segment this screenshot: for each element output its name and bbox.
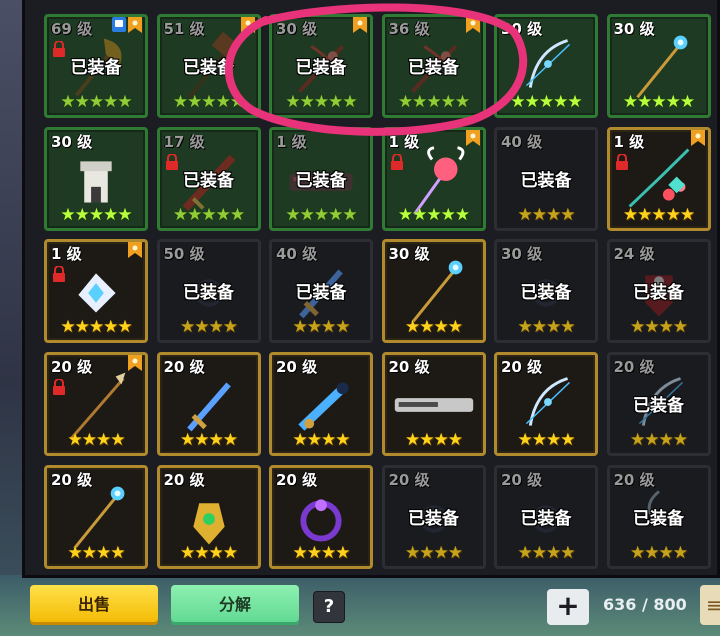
capacity-used: 636 (603, 595, 637, 614)
star-rating: ★★★★★ (285, 92, 357, 112)
equipped-label: 已装备 (633, 396, 684, 417)
star-rating: ★★★★ (630, 317, 688, 338)
weapon-slot[interactable]: 69 级已装备 ★★★★★ (44, 14, 148, 118)
star-rating: ★★★★ (292, 430, 351, 451)
weapon-slot[interactable]: 20 级已装备 ★★★★ (494, 464, 598, 569)
equipped-label: 已装备 (520, 508, 572, 529)
lock-icon (615, 153, 629, 170)
equipped-label: 已装备 (633, 283, 684, 304)
bookmark-ribbon-icon (240, 17, 255, 33)
star-rating: ★★★★ (180, 317, 238, 338)
help-button[interactable]: ? (313, 591, 345, 623)
star-rating: ★★★★ (517, 430, 576, 451)
sell-button[interactable]: 出售 (30, 585, 158, 625)
bookmark-ribbon-icon (465, 17, 480, 33)
star-rating: ★★★★ (517, 204, 576, 225)
weapon-slot[interactable]: 1 级 ★★★★★ (381, 126, 486, 231)
star-rating: ★★★★ (67, 430, 126, 451)
weapon-slot[interactable]: 30 级已装备 ★★★★ (494, 239, 598, 344)
weapon-slot[interactable]: 40 级已装备 ★★★★ (269, 239, 373, 344)
equipped-label: 已装备 (183, 283, 234, 304)
star-rating: ★★★★★ (60, 204, 132, 225)
weapon-slot[interactable]: 17 级已装备 ★★★★★ (156, 126, 261, 231)
weapon-slot[interactable]: 30 级 ★★★★★ (606, 14, 711, 118)
weapon-slot[interactable]: 40 级已装备 ★★★★ (494, 126, 598, 231)
bookmark-ribbon-icon (353, 17, 367, 33)
star-rating: ★★★★★ (172, 204, 245, 225)
star-rating: ★★★★ (180, 430, 238, 451)
menu-icon: ≡ (706, 593, 720, 617)
star-rating: ★★★★ (292, 542, 351, 563)
equipped-label: 已装备 (295, 58, 347, 78)
lock-icon (390, 153, 404, 170)
equipped-label: 已装备 (70, 58, 122, 78)
equipped-label: 已装备 (295, 283, 347, 304)
star-rating: ★★★★ (405, 430, 463, 451)
equipped-label: 已装备 (295, 170, 347, 191)
star-rating: ★★★★ (517, 542, 576, 563)
bookmark-ribbon-icon (128, 242, 142, 259)
weapon-slot[interactable]: 20 级 ★★★★ (44, 352, 148, 457)
star-rating: ★★★★ (405, 542, 463, 563)
weapon-slot[interactable]: 24 级已装备 ★★★★ (606, 239, 711, 344)
star-rating: ★★★★★ (172, 92, 245, 112)
weapon-slot[interactable]: 51 级已装备 ★★★★★ (156, 14, 261, 118)
weapon-slot[interactable]: 20 级 ★★★★ (156, 464, 261, 569)
equipped-label: 已装备 (408, 58, 459, 78)
star-rating: ★★★★ (630, 542, 688, 563)
weapon-slot[interactable]: 20 级已装备 ★★★★ (606, 352, 711, 457)
star-rating: ★★★★★ (397, 92, 470, 112)
lock-icon (52, 379, 66, 396)
weapon-slot[interactable]: 20 级 ★★★★ (44, 464, 148, 569)
menu-button[interactable]: ≡ (700, 585, 720, 625)
star-rating: ★★★★★ (622, 204, 695, 225)
star-rating: ★★★★ (630, 430, 688, 451)
weapon-slot[interactable]: 20 级 ★★★★ (156, 352, 261, 457)
weapon-slot[interactable]: 20 级 ★★★★ (269, 464, 373, 569)
capacity-separator: / (641, 595, 648, 614)
capacity-total: 800 (653, 595, 687, 614)
bookmark-ribbon-icon (128, 355, 142, 372)
weapon-slot[interactable]: 30 级 ★★★★ (381, 239, 486, 344)
bookmark-ribbon-icon (128, 17, 142, 33)
star-rating: ★★★★ (405, 317, 463, 338)
equipped-label: 已装备 (633, 508, 684, 529)
bookmark-ribbon-icon (465, 129, 480, 146)
equipped-label: 已装备 (520, 283, 572, 304)
star-rating: ★★★★★ (60, 92, 132, 112)
expand-capacity-button[interactable]: + (547, 589, 589, 625)
weapon-slot[interactable]: 1 级 ★★★★★ (606, 126, 711, 231)
equipped-label: 已装备 (520, 170, 572, 191)
star-rating: ★★★★ (517, 317, 576, 338)
disassemble-button[interactable]: 分解 (171, 585, 299, 625)
weapon-slot[interactable]: 20 级已装备 ★★★★ (606, 464, 711, 569)
background-left (0, 0, 22, 636)
weapon-slot[interactable]: 1 级已装备 ★★★★★ (269, 126, 373, 231)
bookmark-ribbon-icon (690, 129, 705, 146)
star-rating: ★★★★ (292, 317, 351, 338)
equipped-label: 已装备 (183, 58, 234, 78)
capacity-counter: 636 / 800 (603, 595, 687, 614)
equipped-label: 已装备 (183, 170, 234, 191)
lock-icon (52, 266, 66, 283)
weapon-slot[interactable]: 20 级 ★★★★ (494, 352, 598, 457)
weapon-slot[interactable]: 30 级已装备 ★★★★★ (269, 14, 373, 118)
weapon-slot[interactable]: 36 级已装备 ★★★★★ (381, 14, 486, 118)
star-rating: ★★★★★ (285, 204, 357, 225)
star-rating: ★★★★ (67, 542, 126, 563)
weapon-slot[interactable]: 1 级 ★★★★★ (44, 239, 148, 344)
star-rating: ★★★★★ (60, 317, 132, 338)
star-rating: ★★★★ (180, 542, 238, 563)
weapon-slot[interactable]: 50 级已装备 ★★★★ (156, 239, 261, 344)
star-rating: ★★★★★ (622, 92, 695, 112)
weapon-slot[interactable]: 20 级已装备 ★★★★ (381, 464, 486, 569)
equipped-label: 已装备 (408, 508, 459, 529)
star-rating: ★★★★★ (397, 204, 470, 225)
book-badge-icon (112, 17, 126, 32)
weapon-slot[interactable]: 30 级 ★★★★★ (494, 14, 598, 118)
weapon-slot[interactable]: 20 级 ★★★★ (269, 352, 373, 457)
weapon-slot[interactable]: 20 级 ★★★★ (381, 352, 486, 457)
weapon-slot[interactable]: 30 级 ★★★★★ (44, 126, 148, 231)
star-rating: ★★★★★ (510, 92, 582, 112)
